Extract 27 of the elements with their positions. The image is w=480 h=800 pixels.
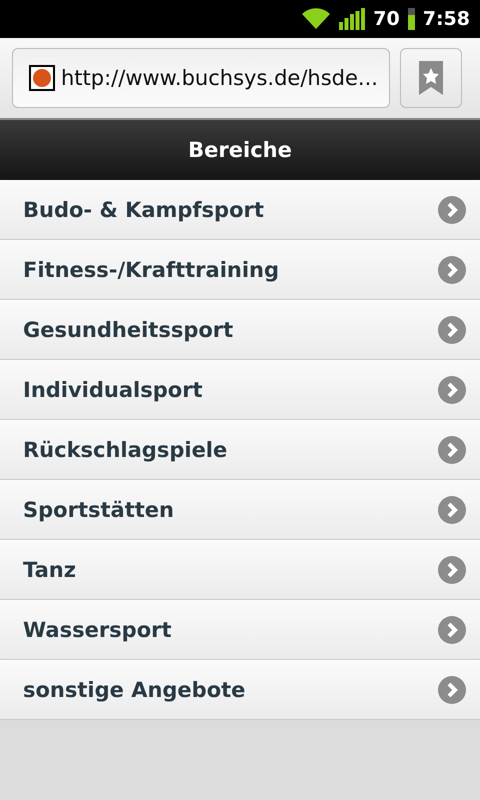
wifi-icon: [301, 7, 332, 31]
battery-icon: [408, 8, 415, 30]
chevron-right-icon: [438, 676, 466, 704]
category-item[interactable]: Individualsport: [0, 360, 480, 420]
url-field[interactable]: http://www.buchsys.de/hsde...: [12, 48, 390, 108]
chevron-right-icon: [438, 616, 466, 644]
clock: 7:58: [422, 8, 470, 30]
category-item[interactable]: Sportstätten: [0, 480, 480, 540]
category-item[interactable]: Gesundheitssport: [0, 300, 480, 360]
page-title: Bereiche: [188, 138, 292, 162]
category-item[interactable]: sonstige Angebote: [0, 660, 480, 720]
bookmark-star-icon: [419, 61, 443, 95]
chevron-right-icon: [438, 316, 466, 344]
battery-percent: 70: [373, 8, 400, 30]
chevron-right-icon: [438, 436, 466, 464]
category-item[interactable]: Tanz: [0, 540, 480, 600]
chevron-right-icon: [438, 376, 466, 404]
signal-icon: [339, 8, 366, 30]
category-item[interactable]: Budo- & Kampfsport: [0, 180, 480, 240]
bookmark-button[interactable]: [400, 48, 462, 108]
category-item[interactable]: Fitness-/Krafttraining: [0, 240, 480, 300]
category-item[interactable]: Rückschlagspiele: [0, 420, 480, 480]
chevron-right-icon: [438, 496, 466, 524]
chevron-right-icon: [438, 196, 466, 224]
chevron-right-icon: [438, 256, 466, 284]
chevron-right-icon: [438, 556, 466, 584]
category-item[interactable]: Wassersport: [0, 600, 480, 660]
